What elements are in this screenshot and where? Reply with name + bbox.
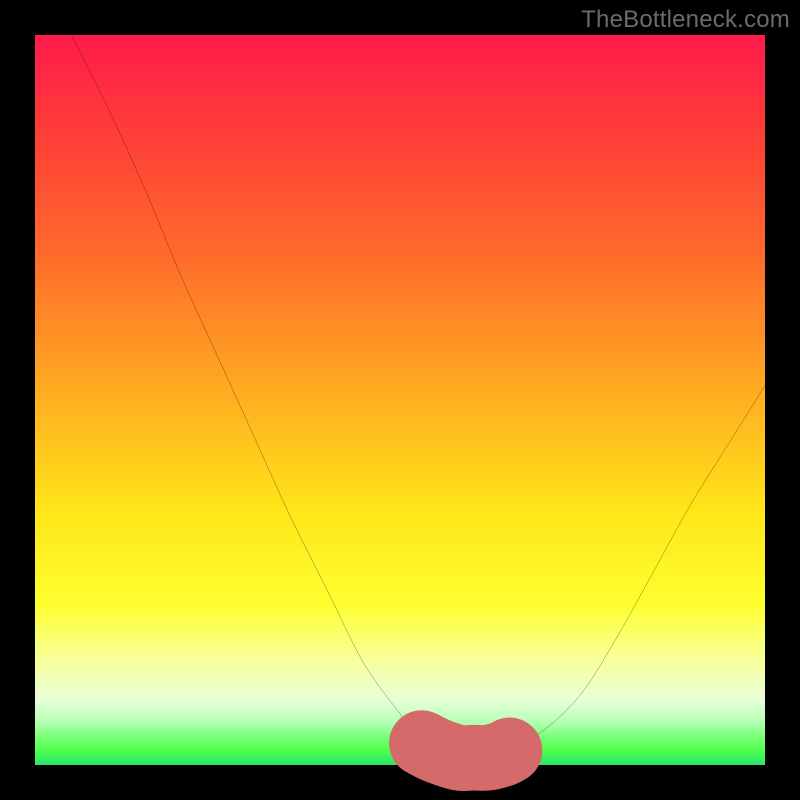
watermark-text: TheBottleneck.com <box>581 6 790 34</box>
chart-frame: TheBottleneck.com <box>0 0 800 800</box>
plot-background-gradient <box>35 35 765 765</box>
optimal-zone-highlight <box>35 35 765 765</box>
